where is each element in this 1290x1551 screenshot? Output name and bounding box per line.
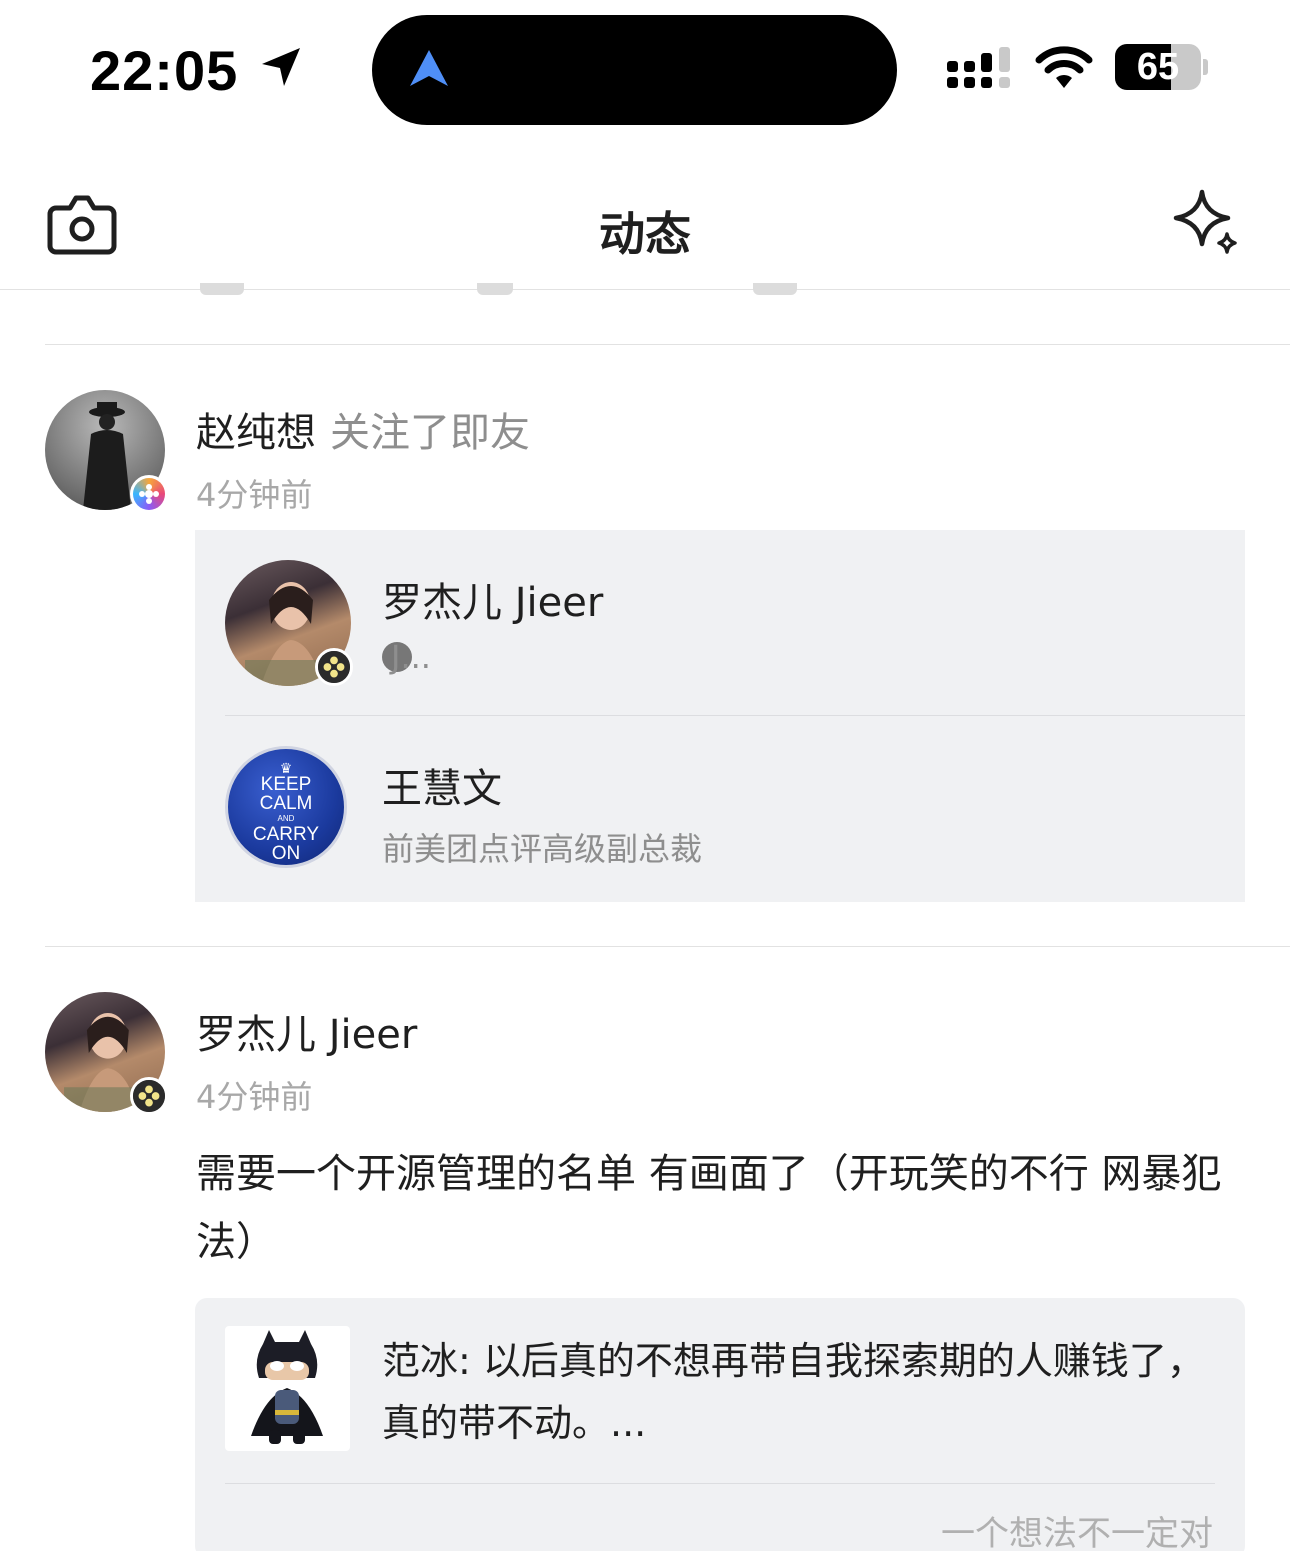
post-timestamp: 4分钟前 — [196, 476, 313, 514]
followed-users-card: 罗杰儿 Jieer J... ♛ KEEP CALM AND CARRY ON … — [195, 530, 1245, 902]
followed-user-name: 王慧文 — [382, 766, 502, 812]
verified-badge — [130, 475, 168, 513]
batman-figure-image — [251, 1330, 323, 1444]
verified-badge — [315, 648, 353, 686]
post-body: 需要一个开源管理的名单 有画面了（开玩笑的不行 网暴犯法） — [196, 1151, 1222, 1265]
flower-icon — [139, 484, 159, 504]
quoted-post-card[interactable]: 范冰: 以后真的不想再带自我探索期的人赚钱了，真的带不动。... 一个想法不一定… — [195, 1298, 1245, 1551]
avatar[interactable]: ♛ KEEP CALM AND CARRY ON — [225, 746, 347, 868]
author-name[interactable]: 罗杰儿 Jieer — [196, 1002, 417, 1060]
quote-source-label[interactable]: 一个想法不一定对 — [941, 1506, 1213, 1551]
navigation-arrow-icon — [410, 50, 448, 86]
followed-user-row[interactable]: 罗杰儿 Jieer J... — [195, 530, 1245, 716]
wifi-icon — [1035, 46, 1093, 88]
flower-icon — [138, 1085, 160, 1107]
status-time: 22:05 — [90, 39, 239, 102]
scrolled-toolbar-remnant — [477, 283, 513, 295]
sparkle-icon[interactable] — [1172, 188, 1242, 260]
feed-action: 关注了即友 — [330, 410, 530, 456]
feed-divider — [45, 344, 1290, 345]
dynamic-island — [372, 15, 897, 125]
flower-icon — [323, 656, 345, 678]
page-title: 动态 — [599, 207, 691, 261]
nav-bar: 动态 — [0, 160, 1290, 290]
quote-divider — [225, 1483, 1215, 1484]
followed-user-name: 罗杰儿 Jieer — [382, 580, 604, 626]
scrolled-toolbar-remnant — [753, 283, 797, 295]
quote-thumbnail — [225, 1326, 350, 1451]
quote-text: 范冰: 以后真的不想再带自我探索期的人赚钱了，真的带不动。... — [382, 1339, 1205, 1445]
followed-user-subtitle: 前美团点评高级副总裁 — [382, 830, 703, 868]
keep-calm-graphic: ♛ KEEP CALM AND CARRY ON — [252, 760, 320, 864]
followed-user-subtitle: J... — [382, 638, 431, 676]
author-name[interactable]: 赵纯想 — [196, 410, 316, 456]
verified-badge — [130, 1077, 168, 1115]
feed-author-line: 赵纯想 关注了即友 — [196, 400, 530, 458]
feed-divider — [45, 946, 1290, 947]
cellular-signal-icon — [947, 47, 1010, 88]
followed-user-row[interactable]: ♛ KEEP CALM AND CARRY ON 王慧文 前美团点评高级副总裁 — [195, 716, 1245, 902]
scrolled-toolbar-remnant — [200, 283, 244, 295]
battery-indicator: 65 — [1115, 44, 1208, 90]
battery-percentage: 65 — [1136, 46, 1180, 88]
post-timestamp: 4分钟前 — [196, 1078, 313, 1116]
status-bar: 22:05 65 — [0, 0, 1290, 140]
location-arrow-icon — [262, 48, 300, 86]
